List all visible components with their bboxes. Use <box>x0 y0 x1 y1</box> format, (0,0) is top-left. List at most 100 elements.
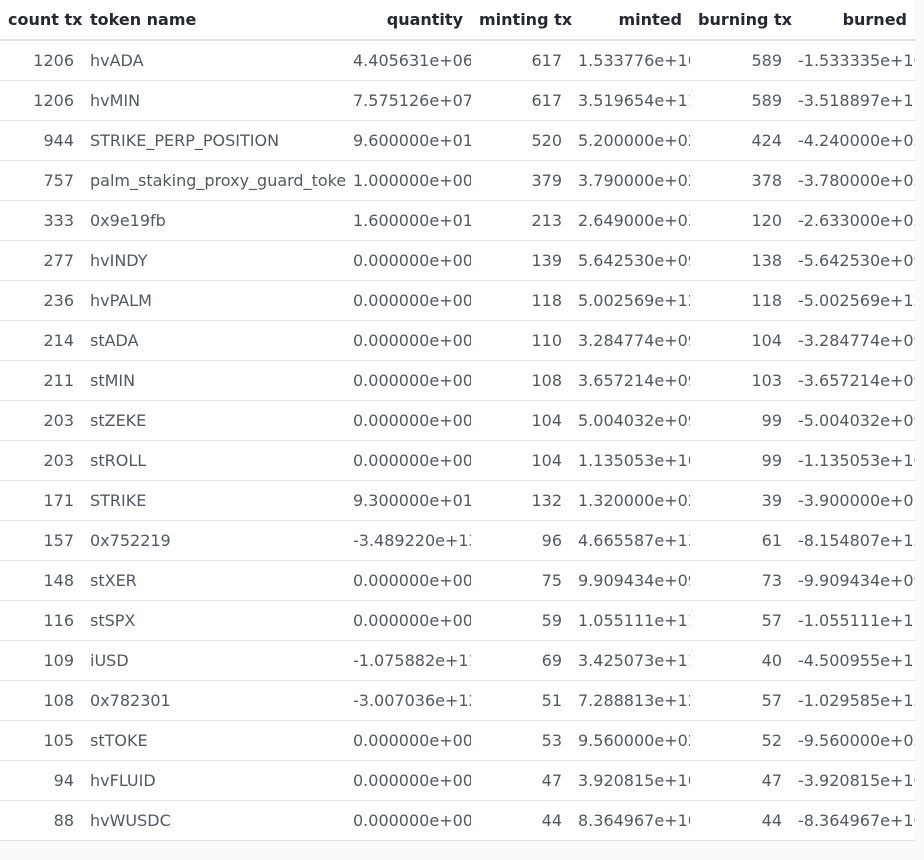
token-name-cell: stTOKE <box>82 720 345 761</box>
burned-cell: -3.780000e+02 <box>790 160 915 201</box>
burning-tx-cell: 589 <box>690 40 790 81</box>
table-row[interactable]: 148 stXER 0.000000e+00 75 9.909434e+09 73 -9.9… <box>0 560 915 601</box>
count-tx-cell: 1206 <box>0 80 82 121</box>
minting-tx-cell: 51 <box>471 680 570 721</box>
token-name-cell: 0x752219 <box>82 520 345 561</box>
count-tx-cell: 1206 <box>0 40 82 81</box>
burned-cell: -1.533335e+10 <box>790 40 915 81</box>
minted-cell: 5.200000e+02 <box>570 120 690 161</box>
table-body: 1206 hvADA 4.405631e+06 617 1.533776e+10 589-… <box>0 40 915 841</box>
table-row[interactable]: 203 stZEKE 0.000000e+00 104 5.004032e+09 99 -5… <box>0 400 915 441</box>
burning-tx-cell: 57 <box>690 680 790 721</box>
token-name-cell: 0x9e19fb <box>82 200 345 241</box>
table-row[interactable]: 109 iUSD -1.075882e+11 69 3.425073e+11 40 -4.5… <box>0 640 915 681</box>
table-row[interactable]: 333 0x9e19fb 1.600000e+01 213 2.649000e+03 12… <box>0 200 915 241</box>
minting-tx-cell: 213 <box>471 200 570 241</box>
quantity-cell: 0.000000e+00 <box>345 400 471 441</box>
burning-tx-cell: 104 <box>690 320 790 361</box>
quantity-cell: 0.000000e+00 <box>345 800 471 841</box>
minted-cell: 3.920815e+10 <box>570 760 690 801</box>
burning-tx-cell: 103 <box>690 360 790 401</box>
column-header-burned[interactable]: burned <box>790 0 915 41</box>
quantity-cell: 0.000000e+00 <box>345 320 471 361</box>
burned-cell: -9.560000e+02 <box>790 720 915 761</box>
table-row[interactable]: 171 STRIKE 9.300000e+01 132 1.320000e+02 39 -3… <box>0 480 915 521</box>
token-name-cell: hvPALM <box>82 280 345 321</box>
quantity-cell: 4.405631e+06 <box>345 40 471 81</box>
table-row[interactable]: 211 stMIN 0.000000e+00 108 3.657214e+09 103 -3… <box>0 360 915 401</box>
column-header-burning-tx[interactable]: burning tx <box>690 0 792 41</box>
table-row[interactable]: 277 hvINDY 0.000000e+00 139 5.642530e+09 138-… <box>0 240 915 281</box>
count-tx-cell: 203 <box>0 400 82 441</box>
count-tx-cell: 214 <box>0 320 82 361</box>
table-row[interactable]: 88 hvWUSDC 0.000000e+00 44 8.364967e+10 44 -8.… <box>0 800 915 841</box>
table-row[interactable]: 1206 hvADA 4.405631e+06 617 1.533776e+10 589-… <box>0 40 915 81</box>
table-header: count tx token name quantity minting tx … <box>0 0 915 41</box>
token-name-cell: hvMIN <box>82 80 345 121</box>
table-row[interactable]: 94 hvFLUID 0.000000e+00 47 3.920815e+10 47 -3.… <box>0 760 915 801</box>
minting-tx-cell: 139 <box>471 240 570 281</box>
token-name-cell: stADA <box>82 320 345 361</box>
count-tx-cell: 94 <box>0 760 82 801</box>
count-tx-cell: 148 <box>0 560 82 601</box>
quantity-cell: -3.007036e+12 <box>345 680 471 721</box>
table-row[interactable]: 236 hvPALM 0.000000e+00 118 5.002569e+12 118-… <box>0 280 915 321</box>
table-row[interactable]: 757 palm_staking_proxy_guard_token 1.00000… <box>0 160 915 201</box>
minted-cell: 3.790000e+02 <box>570 160 690 201</box>
column-header-token-name[interactable]: token name <box>82 0 345 41</box>
burning-tx-cell: 424 <box>690 120 790 161</box>
table-row[interactable]: 105 stTOKE 0.000000e+00 53 9.560000e+02 52 -9.… <box>0 720 915 761</box>
token-table: count tx token name quantity minting tx … <box>0 0 915 841</box>
quantity-cell: 0.000000e+00 <box>345 240 471 281</box>
burned-cell: -3.518897e+11 <box>790 80 915 121</box>
table-row[interactable]: 214 stADA 0.000000e+00 110 3.284774e+09 104 -3… <box>0 320 915 361</box>
table-row[interactable]: 1206 hvMIN 7.575126e+07 617 3.519654e+11 589-… <box>0 80 915 121</box>
token-name-cell: stXER <box>82 560 345 601</box>
token-name-cell: hvFLUID <box>82 760 345 801</box>
token-name-cell: STRIKE <box>82 480 345 521</box>
burned-cell: -3.657214e+09 <box>790 360 915 401</box>
minted-cell: 3.425073e+11 <box>570 640 690 681</box>
token-name-cell: stMIN <box>82 360 345 401</box>
burned-cell: -1.135053e+10 <box>790 440 915 481</box>
table-row[interactable]: 944 STRIKE_PERP_POSITION 9.600000e+01 520 5.… <box>0 120 915 161</box>
minting-tx-cell: 617 <box>471 80 570 121</box>
token-name-cell: stSPX <box>82 600 345 641</box>
minting-tx-cell: 110 <box>471 320 570 361</box>
column-header-minted[interactable]: minted <box>570 0 690 41</box>
burning-tx-cell: 61 <box>690 520 790 561</box>
minted-cell: 4.665587e+13 <box>570 520 690 561</box>
column-header-minting-tx[interactable]: minting tx <box>471 0 572 41</box>
token-name-cell: stROLL <box>82 440 345 481</box>
quantity-cell: 7.575126e+07 <box>345 80 471 121</box>
minted-cell: 3.657214e+09 <box>570 360 690 401</box>
table-row[interactable]: 203 stROLL 0.000000e+00 104 1.135053e+10 99 -1… <box>0 440 915 481</box>
minted-cell: 1.055111e+11 <box>570 600 690 641</box>
minting-tx-cell: 96 <box>471 520 570 561</box>
table-row[interactable]: 108 0x782301 -3.007036e+12 51 7.288813e+12 57… <box>0 680 915 721</box>
minting-tx-cell: 617 <box>471 40 570 81</box>
minted-cell: 1.135053e+10 <box>570 440 690 481</box>
token-name-cell: palm_staking_proxy_guard_token <box>82 160 345 201</box>
count-tx-cell: 333 <box>0 200 82 241</box>
quantity-cell: 0.000000e+00 <box>345 600 471 641</box>
minted-cell: 3.519654e+11 <box>570 80 690 121</box>
quantity-cell: 9.300000e+01 <box>345 480 471 521</box>
burned-cell: -4.500955e+11 <box>790 640 915 681</box>
minted-cell: 5.002569e+12 <box>570 280 690 321</box>
burned-cell: -3.900000e+01 <box>790 480 915 521</box>
count-tx-cell: 211 <box>0 360 82 401</box>
quantity-cell: 9.600000e+01 <box>345 120 471 161</box>
column-header-quantity[interactable]: quantity <box>345 0 471 41</box>
table-row[interactable]: 116 stSPX 0.000000e+00 59 1.055111e+11 57 -1.0… <box>0 600 915 641</box>
burned-cell: -5.004032e+09 <box>790 400 915 441</box>
column-header-count-tx[interactable]: count tx <box>0 0 82 41</box>
minting-tx-cell: 69 <box>471 640 570 681</box>
table-row[interactable]: 157 0x752219 -3.489220e+13 96 4.665587e+13 61… <box>0 520 915 561</box>
quantity-cell: 0.000000e+00 <box>345 440 471 481</box>
burned-cell: -3.284774e+09 <box>790 320 915 361</box>
token-name-cell: hvINDY <box>82 240 345 281</box>
minting-tx-cell: 44 <box>471 800 570 841</box>
token-name-cell: hvADA <box>82 40 345 81</box>
token-name-cell: STRIKE_PERP_POSITION <box>82 120 345 161</box>
